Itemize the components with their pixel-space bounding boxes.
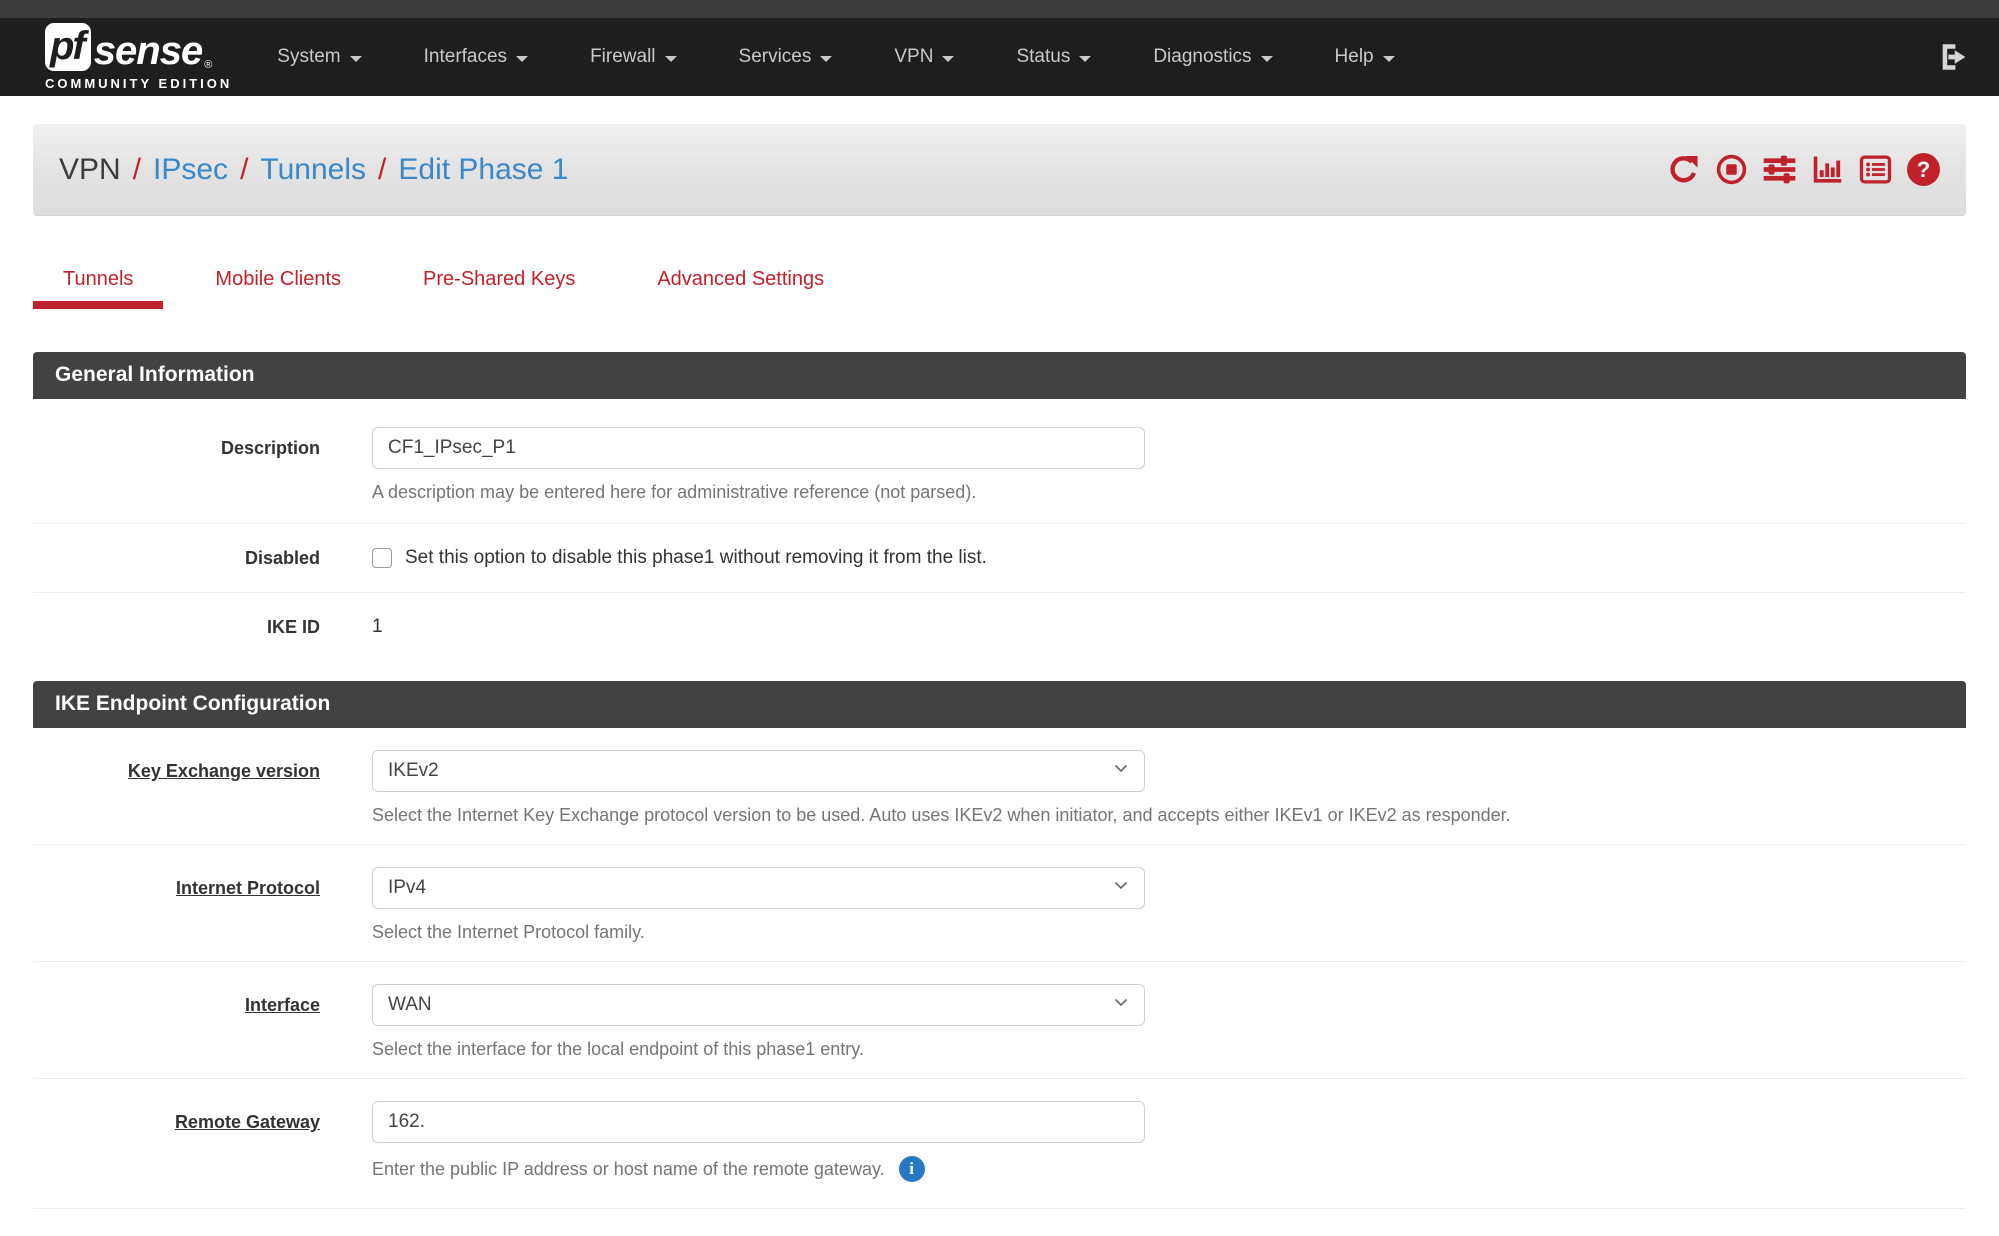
internet-protocol-select[interactable]: IPv4 bbox=[372, 867, 1145, 909]
disabled-label: Disabled bbox=[33, 546, 372, 570]
window-top-strip bbox=[0, 0, 1999, 18]
nav-item-services[interactable]: Services bbox=[708, 18, 864, 96]
chevron-down-icon bbox=[1113, 877, 1129, 899]
chevron-down-icon bbox=[350, 56, 362, 62]
interface-row: Interface WAN Select the interface for t… bbox=[33, 962, 1966, 1079]
breadcrumb-vpn: VPN bbox=[59, 153, 121, 187]
nav-item-vpn[interactable]: VPN bbox=[863, 18, 985, 96]
nav-item-diagnostics[interactable]: Diagnostics bbox=[1122, 18, 1303, 96]
key-exchange-help: Select the Internet Key Exchange protoco… bbox=[372, 805, 1966, 826]
interface-label: Interface bbox=[33, 984, 372, 1060]
chevron-down-icon bbox=[1383, 56, 1395, 62]
nav-item-system[interactable]: System bbox=[246, 18, 392, 96]
page-action-icons: ? bbox=[1667, 153, 1940, 186]
bar-chart-icon[interactable] bbox=[1811, 153, 1844, 186]
breadcrumb: VPN/IPsec/Tunnels/Edit Phase 1 bbox=[59, 153, 569, 187]
chevron-down-icon bbox=[1261, 56, 1273, 62]
section-header-general-information: General Information bbox=[33, 352, 1966, 399]
internet-protocol-label: Internet Protocol bbox=[33, 867, 372, 943]
remote-gateway-label: Remote Gateway bbox=[33, 1101, 372, 1182]
registered-mark: ® bbox=[204, 60, 212, 71]
description-row: Description A description may be entered… bbox=[33, 399, 1966, 524]
breadcrumb-panel: VPN/IPsec/Tunnels/Edit Phase 1 bbox=[33, 124, 1966, 216]
chevron-down-icon bbox=[1113, 994, 1129, 1016]
main-navbar: pfsense® COMMUNITY EDITION System Interf… bbox=[0, 18, 1999, 96]
refresh-icon[interactable] bbox=[1667, 153, 1700, 186]
chevron-down-icon bbox=[1113, 760, 1129, 782]
description-input[interactable] bbox=[372, 427, 1145, 469]
ike-id-row: IKE ID 1 bbox=[33, 593, 1966, 661]
tab-advanced-settings[interactable]: Advanced Settings bbox=[627, 268, 854, 309]
description-label: Description bbox=[33, 427, 372, 503]
breadcrumb-link-tunnels[interactable]: Tunnels bbox=[260, 153, 366, 187]
nav-menu: System Interfaces Firewall Services VPN … bbox=[246, 18, 1425, 96]
pfsense-logo[interactable]: pfsense® COMMUNITY EDITION bbox=[45, 23, 232, 91]
interface-select[interactable]: WAN bbox=[372, 984, 1145, 1026]
disabled-row: Disabled Set this option to disable this… bbox=[33, 524, 1966, 593]
ike-id-label: IKE ID bbox=[33, 615, 372, 639]
info-icon[interactable]: i bbox=[899, 1156, 925, 1182]
breadcrumb-link-ipsec[interactable]: IPsec bbox=[153, 153, 228, 187]
remote-gateway-help: Enter the public IP address or host name… bbox=[372, 1159, 885, 1180]
description-help: A description may be entered here for ad… bbox=[372, 482, 1966, 503]
key-exchange-label: Key Exchange version bbox=[33, 750, 372, 826]
pf-logo-text: pf bbox=[50, 24, 84, 68]
breadcrumb-link-edit-phase1[interactable]: Edit Phase 1 bbox=[398, 153, 568, 187]
chevron-down-icon bbox=[516, 56, 528, 62]
ike-endpoint-panel: IKE Endpoint Configuration Key Exchange … bbox=[33, 681, 1966, 1209]
chevron-down-icon bbox=[665, 56, 677, 62]
ike-id-value: 1 bbox=[372, 615, 1966, 639]
chevron-down-icon bbox=[942, 56, 954, 62]
interface-help: Select the interface for the local endpo… bbox=[372, 1039, 1966, 1060]
tab-pre-shared-keys[interactable]: Pre-Shared Keys bbox=[393, 268, 605, 309]
logout-icon[interactable] bbox=[1937, 40, 1971, 74]
nav-item-status[interactable]: Status bbox=[985, 18, 1122, 96]
nav-item-help[interactable]: Help bbox=[1304, 18, 1426, 96]
key-exchange-row: Key Exchange version IKEv2 Select the In… bbox=[33, 728, 1966, 845]
remote-gateway-row: Remote Gateway Enter the public IP addre… bbox=[33, 1079, 1966, 1209]
section-header-ike-endpoint: IKE Endpoint Configuration bbox=[33, 681, 1966, 728]
nav-item-firewall[interactable]: Firewall bbox=[559, 18, 707, 96]
disabled-checkbox-label: Set this option to disable this phase1 w… bbox=[405, 546, 987, 570]
disabled-checkbox[interactable] bbox=[372, 548, 392, 568]
sliders-icon[interactable] bbox=[1763, 153, 1796, 186]
sense-logo-text: sense bbox=[94, 31, 202, 71]
key-exchange-select[interactable]: IKEv2 bbox=[372, 750, 1145, 792]
list-icon[interactable] bbox=[1859, 153, 1892, 186]
tab-mobile-clients[interactable]: Mobile Clients bbox=[185, 268, 371, 309]
pf-logo-box: pf bbox=[45, 23, 91, 71]
nav-item-interfaces[interactable]: Interfaces bbox=[393, 18, 559, 96]
chevron-down-icon bbox=[1079, 56, 1091, 62]
community-edition-label: COMMUNITY EDITION bbox=[45, 76, 232, 91]
chevron-down-icon bbox=[820, 56, 832, 62]
remote-gateway-input[interactable] bbox=[372, 1101, 1145, 1143]
internet-protocol-row: Internet Protocol IPv4 Select the Intern… bbox=[33, 845, 1966, 962]
internet-protocol-help: Select the Internet Protocol family. bbox=[372, 922, 1966, 943]
stop-circle-icon[interactable] bbox=[1715, 153, 1748, 186]
page-tabs: Tunnels Mobile Clients Pre-Shared Keys A… bbox=[33, 268, 1966, 309]
general-information-panel: General Information Description A descri… bbox=[33, 352, 1966, 661]
tab-tunnels[interactable]: Tunnels bbox=[33, 268, 163, 309]
help-icon[interactable]: ? bbox=[1907, 153, 1940, 186]
